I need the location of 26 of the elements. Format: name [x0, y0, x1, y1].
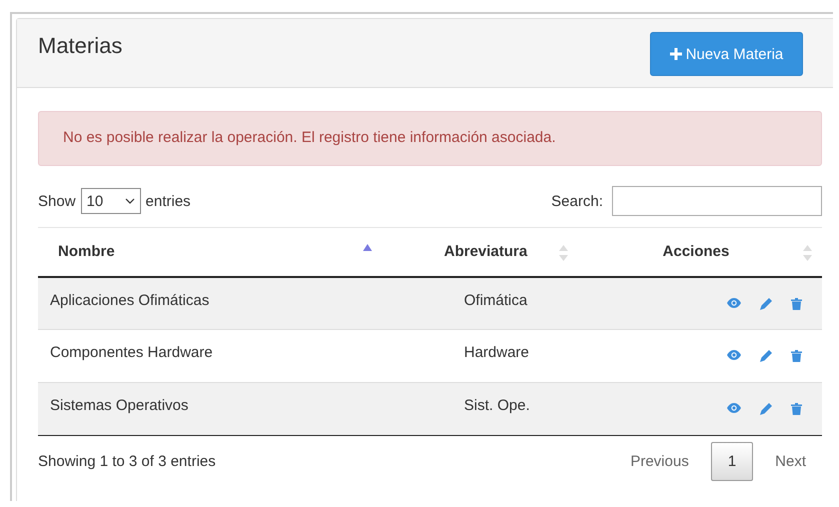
- eye-icon[interactable]: [727, 403, 741, 413]
- pencil-icon[interactable]: [760, 350, 772, 362]
- pencil-icon[interactable]: [760, 298, 772, 310]
- search-field[interactable]: [612, 186, 822, 216]
- pencil-icon[interactable]: [760, 403, 772, 415]
- panel-title: Materias: [38, 33, 124, 59]
- trash-icon[interactable]: [791, 403, 802, 415]
- trash-icon[interactable]: [791, 298, 802, 310]
- error-alert: No es posible realizar la operación. El registro tiene información asociada.: [38, 111, 822, 166]
- page-button[interactable]: 1: [710, 442, 754, 481]
- next-link[interactable]: Next: [759, 443, 822, 480]
- eye-icon[interactable]: [727, 298, 741, 308]
- table-cell: Sist. Ope.: [398, 382, 578, 436]
- eye-icon[interactable]: [727, 350, 741, 360]
- previous-link[interactable]: Previous: [614, 443, 705, 480]
- table-info: Showing 1 to 3 of 3 entries: [38, 453, 216, 470]
- entries-select[interactable]: 10: [80, 188, 141, 214]
- table-cell: Aplicaciones Ofimáticas: [38, 276, 398, 330]
- entries-label: entries: [146, 192, 191, 210]
- plus-icon: [670, 48, 682, 60]
- show-label: Show: [38, 192, 76, 210]
- table-cell: Sistemas Operativos: [38, 382, 398, 436]
- table-cell: Ofimática: [398, 276, 578, 330]
- trash-icon[interactable]: [791, 350, 802, 362]
- search-label: Search:: [551, 192, 603, 210]
- chevron-down-icon: [124, 198, 135, 204]
